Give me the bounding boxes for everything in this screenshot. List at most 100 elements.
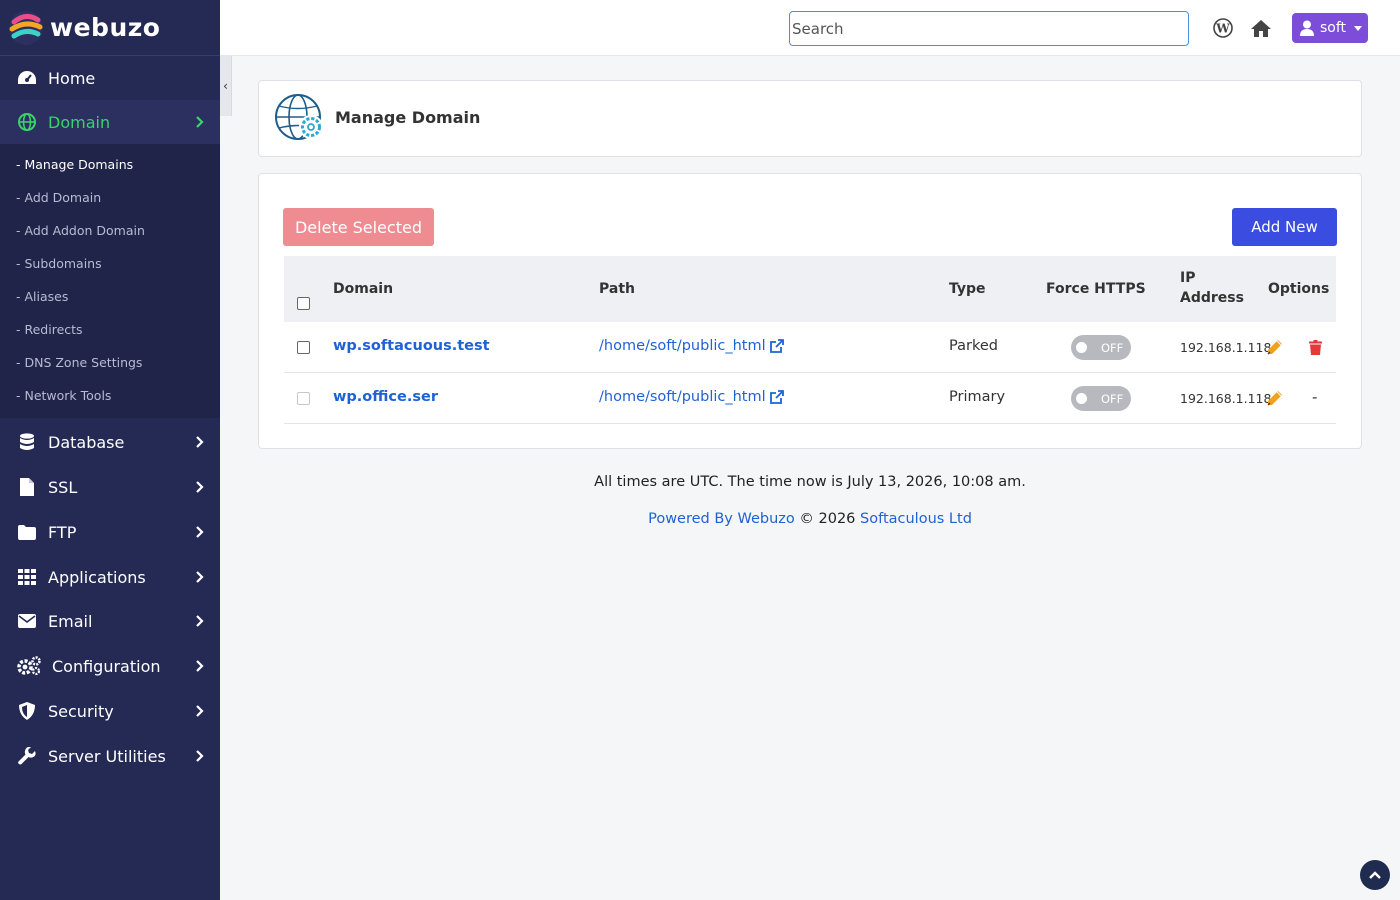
column-header-force-https: Force HTTPS xyxy=(1046,281,1146,297)
column-header-domain[interactable]: Domain xyxy=(333,281,393,297)
webuzo-logo-icon xyxy=(9,10,43,45)
sidebar-item-label: Home xyxy=(48,68,96,88)
chevron-right-icon xyxy=(196,571,204,583)
submenu-item-network-tools[interactable]: - Network Tools xyxy=(0,379,220,412)
sidebar-item-ftp[interactable]: FTP xyxy=(0,510,220,554)
column-header-ip-address[interactable]: Address xyxy=(1180,290,1244,306)
chevron-right-icon xyxy=(196,615,204,627)
globe-settings-icon xyxy=(275,94,323,140)
chevron-right-icon xyxy=(196,750,204,762)
sidebar-collapse-toggle[interactable]: ‹ xyxy=(220,56,232,116)
select-all-checkbox[interactable] xyxy=(297,297,310,310)
domains-table-panel: Delete Selected Add New Domain Path Type… xyxy=(258,173,1362,449)
submenu-item-add-domain[interactable]: - Add Domain xyxy=(0,181,220,214)
add-new-button[interactable]: Add New xyxy=(1232,208,1337,246)
company-link[interactable]: Softaculous Ltd xyxy=(860,511,972,527)
sidebar-item-configuration[interactable]: Configuration xyxy=(0,644,220,688)
sidebar-item-server-utilities[interactable]: Server Utilities xyxy=(0,734,220,778)
no-delete-placeholder: - xyxy=(1312,388,1318,406)
force-https-toggle[interactable]: OFF xyxy=(1071,335,1131,360)
top-bar: W soft xyxy=(220,0,1400,56)
sidebar-item-label: Server Utilities xyxy=(48,746,166,766)
sidebar-item-label: Domain xyxy=(48,112,111,132)
copyright-text: © 2026 xyxy=(799,511,856,527)
sidebar-item-label: FTP xyxy=(48,522,77,542)
sidebar-item-domain[interactable]: Domain xyxy=(0,100,220,144)
column-header-type[interactable]: Type xyxy=(949,281,986,297)
sidebar-item-label: Applications xyxy=(48,567,146,587)
sidebar-item-label: Email xyxy=(48,611,93,631)
sidebar-item-label: SSL xyxy=(48,477,78,497)
user-menu-button[interactable]: soft xyxy=(1292,13,1368,43)
search-input[interactable] xyxy=(789,11,1189,46)
scroll-to-top-button[interactable] xyxy=(1360,860,1390,890)
delete-selected-button[interactable]: Delete Selected xyxy=(283,208,434,246)
toggle-knob xyxy=(1076,342,1087,353)
column-header-path[interactable]: Path xyxy=(599,281,635,297)
row-checkbox[interactable] xyxy=(297,341,310,354)
shield-icon xyxy=(16,700,38,722)
app-name: webuzo xyxy=(50,13,161,42)
table-header: Domain Path Type Force HTTPS IP Address … xyxy=(284,256,1336,322)
powered-by-link[interactable]: Powered By Webuzo xyxy=(648,511,795,527)
table-row: wp.office.ser /home/soft/public_html Pri… xyxy=(284,373,1336,424)
chevron-right-icon xyxy=(196,481,204,493)
domain-link[interactable]: wp.office.ser xyxy=(333,389,438,405)
sidebar-item-security[interactable]: Security xyxy=(0,689,220,733)
grid-icon xyxy=(16,566,38,588)
globe-icon xyxy=(16,111,38,133)
domain-submenu: - Manage Domains - Add Domain - Add Addo… xyxy=(0,144,220,418)
envelope-icon xyxy=(16,610,38,632)
logo[interactable]: webuzo xyxy=(0,0,220,56)
path-text: /home/soft/public_html xyxy=(599,338,766,354)
edit-pencil-icon[interactable] xyxy=(1267,339,1283,355)
caret-down-icon xyxy=(1354,25,1363,31)
chevron-right-icon xyxy=(196,436,204,448)
svg-text:W: W xyxy=(1215,22,1230,36)
sidebar-item-home[interactable]: Home xyxy=(0,56,220,100)
toggle-knob xyxy=(1076,393,1087,404)
sidebar-item-ssl[interactable]: SSL xyxy=(0,465,220,509)
user-name: soft xyxy=(1320,20,1347,36)
sidebar-item-email[interactable]: Email xyxy=(0,599,220,643)
delete-trash-icon[interactable] xyxy=(1307,339,1323,355)
page-header-panel: Manage Domain xyxy=(258,80,1362,157)
submenu-item-aliases[interactable]: - Aliases xyxy=(0,280,220,313)
submenu-item-subdomains[interactable]: - Subdomains xyxy=(0,247,220,280)
chevron-right-icon xyxy=(196,660,204,672)
external-link-icon xyxy=(769,390,784,404)
home-icon[interactable] xyxy=(1250,17,1272,39)
chevron-up-icon xyxy=(1369,871,1381,879)
submenu-item-dns-zone-settings[interactable]: - DNS Zone Settings xyxy=(0,346,220,379)
edit-pencil-icon[interactable] xyxy=(1267,390,1283,406)
submenu-item-add-addon-domain[interactable]: - Add Addon Domain xyxy=(0,214,220,247)
chevron-right-icon xyxy=(196,116,204,128)
column-header-ip[interactable]: IP xyxy=(1180,270,1195,286)
sidebar-item-applications[interactable]: Applications xyxy=(0,555,220,599)
file-icon xyxy=(16,476,38,498)
sidebar-item-label: Security xyxy=(48,701,114,721)
submenu-item-redirects[interactable]: - Redirects xyxy=(0,313,220,346)
dashboard-icon xyxy=(16,67,38,89)
domain-link[interactable]: wp.softacuous.test xyxy=(333,338,490,354)
folder-icon xyxy=(16,521,38,543)
toggle-label: OFF xyxy=(1101,391,1124,406)
table-row: wp.softacuous.test /home/soft/public_htm… xyxy=(284,322,1336,373)
force-https-toggle[interactable]: OFF xyxy=(1071,386,1131,411)
toggle-label: OFF xyxy=(1101,340,1124,355)
wordpress-icon[interactable]: W xyxy=(1212,17,1234,39)
chevron-right-icon xyxy=(196,705,204,717)
submenu-item-manage-domains[interactable]: - Manage Domains xyxy=(0,148,220,181)
column-header-options: Options xyxy=(1268,281,1330,297)
path-link[interactable]: /home/soft/public_html xyxy=(599,389,784,405)
server-time-text: All times are UTC. The time now is July … xyxy=(594,474,1026,490)
ip-address: 192.168.1.118 xyxy=(1180,391,1272,406)
external-link-icon xyxy=(769,339,784,353)
sidebar-item-label: Configuration xyxy=(52,656,161,676)
sidebar: webuzo Home Domain - Manage Domains - Ad… xyxy=(0,0,220,900)
domain-type: Primary xyxy=(949,389,1006,405)
chevron-right-icon xyxy=(196,526,204,538)
wrench-icon xyxy=(16,745,38,767)
path-link[interactable]: /home/soft/public_html xyxy=(599,338,784,354)
sidebar-item-database[interactable]: Database xyxy=(0,420,220,464)
